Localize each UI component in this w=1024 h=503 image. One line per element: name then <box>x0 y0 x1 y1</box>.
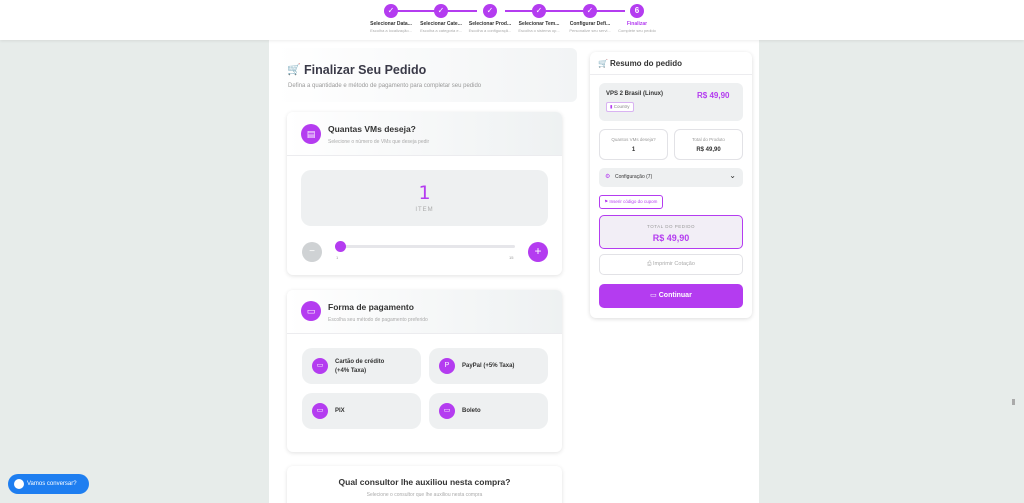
check-icon: ✓ <box>532 4 546 18</box>
credit-card-icon: ▭ <box>301 301 321 321</box>
credit-card-icon: ▭ <box>312 358 328 374</box>
step-label: Selecionar Cate... <box>420 21 462 27</box>
check-icon: ✓ <box>583 4 597 18</box>
server-icon: ▤ <box>301 124 321 144</box>
step-4[interactable]: ✓ Selecionar Tem... Escolha o sistema op… <box>516 4 562 33</box>
order-total-value: R$ 49,90 <box>652 233 690 243</box>
payment-label: PIX <box>335 408 345 414</box>
summary-title: Resumo do pedido <box>610 59 682 68</box>
step-3[interactable]: ✓ Selecionar Prod... Escolha a configura… <box>467 4 513 33</box>
step-sublabel: Escolha o sistema op... <box>518 28 560 33</box>
summary-quantity: Quantos VMs deseja? 1 <box>599 129 668 160</box>
paypal-icon: P <box>439 358 455 374</box>
payment-label: Cartão de crédito <box>335 359 385 365</box>
page-subtitle: Defina a quantidade e método de pagament… <box>288 83 482 89</box>
step-sublabel: Personalize seu servi... <box>569 28 611 33</box>
scrollbar-marker[interactable] <box>1012 399 1015 405</box>
tag-icon: ⚑ <box>604 199 609 204</box>
payment-subtitle: Escolha seu método de pagamento preferid… <box>328 317 428 323</box>
continue-label: Continuar <box>658 292 692 299</box>
pix-icon: ▭ <box>312 403 328 419</box>
credit-card-icon: ▭ <box>650 292 657 299</box>
step-label: Configurar Defi... <box>569 21 611 27</box>
payment-label: PayPal (+5% Taxa) <box>462 363 515 369</box>
summary-product-total-value: R$ 49,90 <box>696 147 721 153</box>
chat-bubble-icon <box>14 479 24 489</box>
slider-handle[interactable] <box>335 241 346 252</box>
chevron-down-icon: ⌄ <box>729 171 736 180</box>
gear-icon: ⚙ <box>605 174 611 180</box>
quantity-title: Quantas VMs deseja? <box>328 124 416 134</box>
step-2[interactable]: ✓ Selecionar Cate... Escolha a categoria… <box>418 4 464 33</box>
summary-qty-value: 1 <box>631 147 636 153</box>
summary-product-total: Total do Produto R$ 49,90 <box>674 129 743 160</box>
consultant-title: Qual consultor lhe auxiliou nesta compra… <box>338 477 511 487</box>
payment-option-credit-card[interactable]: ▭ Cartão de crédito (+4% Taxa) <box>302 348 421 384</box>
step-sublabel: Escolha a localização... <box>370 28 412 33</box>
card-header <box>287 112 562 156</box>
quantity-subtitle: Selecione o número de VMs que deseja ped… <box>328 139 430 145</box>
product-price: R$ 49,90 <box>697 91 730 100</box>
progress-stepper: ✓ Selecionar Data... Escolha a localizaç… <box>0 0 1024 40</box>
page-title: Finalizar Seu Pedido <box>304 63 427 77</box>
divider <box>590 74 752 75</box>
summary-product-total-label: Total do Produto <box>692 137 725 142</box>
check-icon: ✓ <box>384 4 398 18</box>
quantity-slider[interactable] <box>338 245 515 248</box>
configuration-label: Configuração (7) <box>615 174 653 180</box>
step-sublabel: Complete seu pedido <box>618 28 656 33</box>
decrease-button[interactable]: − <box>302 242 322 262</box>
cart-icon: 🛒 <box>287 64 301 76</box>
product-name: VPS 2 Brasil (Linux) <box>606 91 664 97</box>
cart-icon: 🛒 <box>598 59 608 68</box>
card-header <box>287 290 562 334</box>
step-sublabel: Escolha a categoria e... <box>420 28 462 33</box>
step-label: Selecionar Prod... <box>468 21 512 27</box>
payment-option-boleto[interactable]: ▭ Boleto <box>429 393 548 429</box>
increase-button[interactable]: + <box>528 242 548 262</box>
step-label: Selecionar Tem... <box>518 21 560 27</box>
badge-label: Country <box>613 104 630 109</box>
step-sublabel: Escolha a configuraçã... <box>468 28 512 33</box>
payment-option-paypal[interactable]: P PayPal (+5% Taxa) <box>429 348 548 384</box>
configuration-accordion[interactable]: ⚙ Configuração (7) ⌄ <box>599 168 743 187</box>
consultant-subtitle: Selecione o consultor que lhe auxiliou n… <box>366 492 483 498</box>
country-badge: ▮ Country <box>606 102 634 112</box>
step-number: 6 <box>630 4 644 18</box>
order-total-label: TOTAL DO PEDIDO <box>647 224 695 229</box>
step-label: Selecionar Data... <box>370 21 412 27</box>
boleto-icon: ▭ <box>439 403 455 419</box>
step-5[interactable]: ✓ Configurar Defi... Personalize seu ser… <box>567 4 613 33</box>
summary-qty-label: Quantos VMs deseja? <box>611 137 656 142</box>
quantity-value: 1 <box>418 182 431 204</box>
payment-title: Forma de pagamento <box>328 302 414 312</box>
slider-max-label: 15 <box>509 255 514 260</box>
printer-icon: ⎙ <box>647 261 652 267</box>
step-6[interactable]: 6 Finalizar Complete seu pedido <box>614 4 660 33</box>
payment-label: Boleto <box>462 408 481 414</box>
step-1[interactable]: ✓ Selecionar Data... Escolha a localizaç… <box>368 4 414 33</box>
print-quote-button[interactable]: ⎙ Imprimir Cotação <box>599 254 743 275</box>
slider-min-label: 1 <box>336 255 339 260</box>
flag-icon: ▮ <box>610 104 613 109</box>
quantity-display: 1 ITEM <box>301 170 548 226</box>
coupon-button[interactable]: ⚑ Inserir código do cupom <box>599 195 664 209</box>
step-label: Finalizar <box>626 21 648 27</box>
chat-button[interactable]: Vamos conversar? <box>8 474 89 494</box>
payment-label-fee: (+4% Taxa) <box>335 368 367 374</box>
coupon-label: Inserir código do cupom <box>609 199 658 204</box>
continue-button[interactable]: ▭ Continuar <box>599 284 743 308</box>
check-icon: ✓ <box>434 4 448 18</box>
payment-option-pix[interactable]: ▭ PIX <box>302 393 421 429</box>
order-total: TOTAL DO PEDIDO R$ 49,90 <box>599 215 743 249</box>
quantity-unit: ITEM <box>415 207 434 213</box>
check-icon: ✓ <box>483 4 497 18</box>
print-label: Imprimir Cotação <box>653 261 695 267</box>
chat-label: Vamos conversar? <box>27 481 77 487</box>
